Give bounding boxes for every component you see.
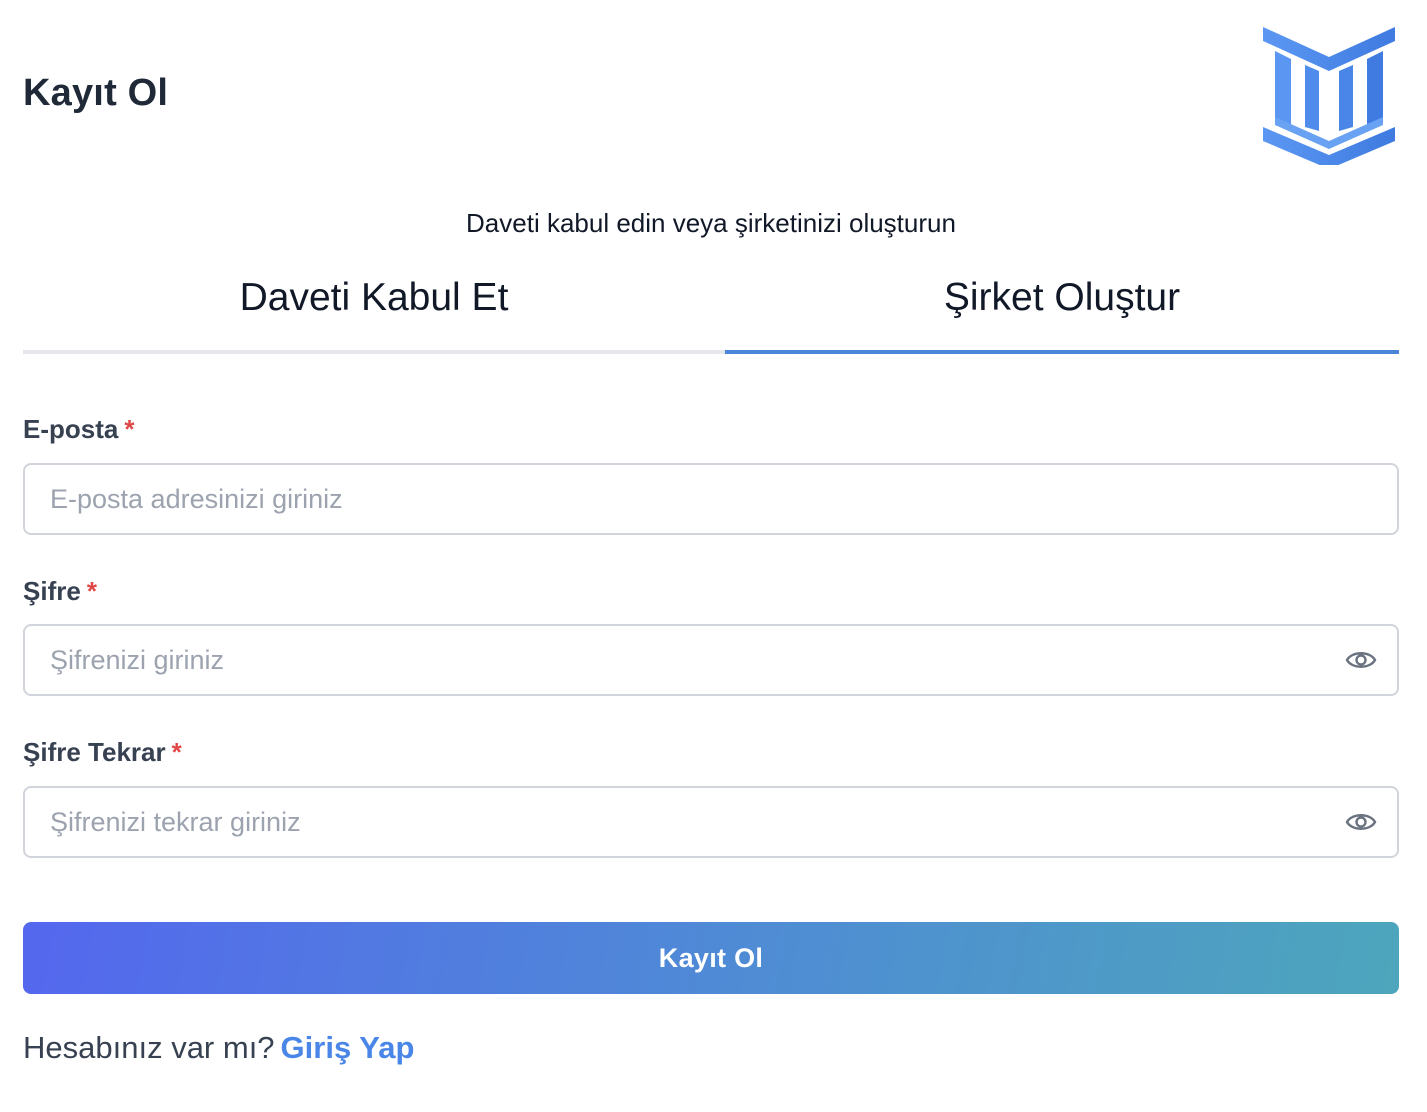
eye-icon[interactable] [1345,808,1377,836]
page-title: Kayıt Ol [23,72,169,114]
required-asterisk: * [171,737,182,767]
password-confirm-field[interactable] [25,788,1397,856]
password-confirm-field-wrapper [23,786,1399,858]
tab-create-company[interactable]: Şirket Oluştur [725,270,1399,354]
password-label: Şifre * [23,576,97,607]
email-field[interactable] [25,465,1397,533]
login-prompt: Hesabınız var mı? Giriş Yap [23,1030,414,1066]
required-asterisk: * [86,576,97,606]
password-field[interactable] [25,626,1397,694]
login-link[interactable]: Giriş Yap [281,1030,415,1065]
email-label: E-posta * [23,414,134,445]
login-prompt-text: Hesabınız var mı? [23,1030,275,1065]
eye-icon[interactable] [1345,646,1377,674]
register-button[interactable]: Kayıt Ol [23,922,1399,994]
register-tabs: Daveti Kabul Et Şirket Oluştur [23,270,1399,354]
register-page: Kayıt Ol Daveti kabul edin veya şirketin… [0,0,1427,1112]
password-confirm-label: Şifre Tekrar * [23,737,182,768]
email-field-wrapper [23,463,1399,535]
tab-accept-invite[interactable]: Daveti Kabul Et [23,270,725,354]
columns-building-icon [1261,25,1397,169]
password-field-wrapper [23,624,1399,696]
required-asterisk: * [124,414,135,444]
password-label-text: Şifre [23,576,81,606]
page-subtitle: Daveti kabul edin veya şirketinizi oluşt… [466,208,956,238]
password-confirm-label-text: Şifre Tekrar [23,737,166,767]
email-label-text: E-posta [23,414,119,444]
